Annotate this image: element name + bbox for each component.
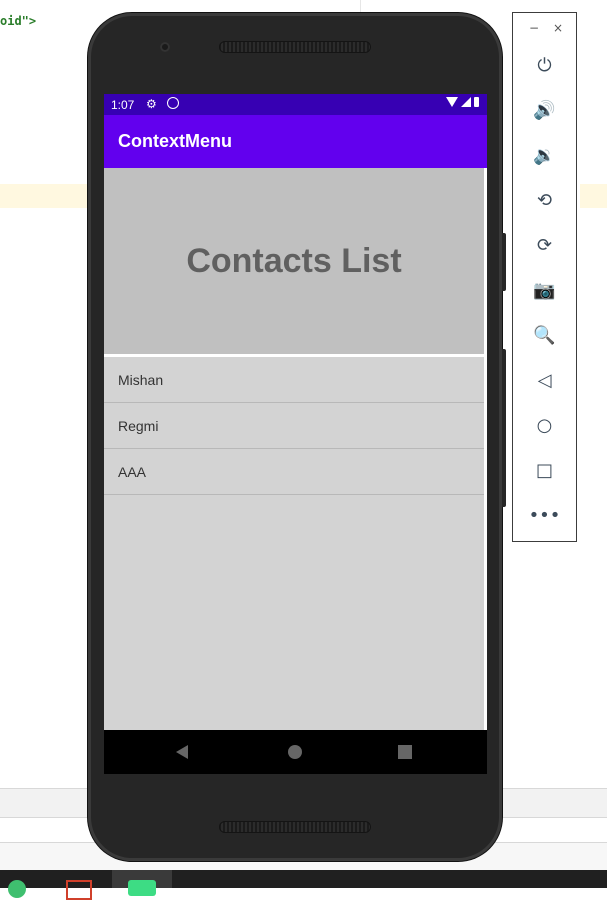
app-title: ContextMenu xyxy=(118,131,232,151)
contact-name: Mishan xyxy=(118,372,164,388)
contacts-list-title: Contacts List xyxy=(186,242,402,280)
minimize-button[interactable]: − xyxy=(529,21,539,35)
zoom-icon[interactable]: 🔍 xyxy=(513,321,576,349)
volume-up-icon[interactable]: 🔊 xyxy=(513,96,576,124)
volume-down-icon[interactable]: 🔉 xyxy=(513,141,576,169)
code-line: oid"> xyxy=(0,14,37,28)
more-icon[interactable]: ••• xyxy=(513,501,576,529)
close-button[interactable]: × xyxy=(553,21,563,35)
speaker-grille-top xyxy=(219,41,371,53)
front-camera-icon xyxy=(160,42,170,52)
rotate-right-icon[interactable]: ⟳ xyxy=(513,231,576,259)
home-icon[interactable]: ○ xyxy=(513,411,576,439)
android-nav-bar xyxy=(104,730,487,774)
editor-line-highlight-right xyxy=(580,184,607,208)
contact-list-item[interactable]: Mishan xyxy=(104,357,484,403)
status-time: 1:07 xyxy=(111,98,135,112)
rotate-left-icon[interactable]: ⟲ xyxy=(513,186,576,214)
power-icon[interactable]: ⏻ xyxy=(513,51,576,79)
wifi-icon xyxy=(446,97,458,107)
status-indicators xyxy=(446,97,479,107)
phone-screen: 1:07 ⚙ ContextMenu Contacts List Mishan … xyxy=(104,94,487,774)
nav-recents-icon[interactable] xyxy=(398,745,412,759)
battery-icon xyxy=(474,97,479,107)
nav-back-icon[interactable] xyxy=(176,745,188,759)
editor-line-highlight xyxy=(0,184,100,208)
contact-name: AAA xyxy=(118,464,147,480)
contact-name: Regmi xyxy=(118,418,159,434)
back-icon[interactable]: ◁ xyxy=(513,366,576,394)
settings-gear-icon: ⚙ xyxy=(146,97,157,111)
speaker-grille-bottom xyxy=(219,821,371,833)
taskbar-app-icon[interactable] xyxy=(66,880,92,900)
emulator-phone-frame: 1:07 ⚙ ContextMenu Contacts List Mishan … xyxy=(88,13,506,861)
signal-icon xyxy=(461,97,471,107)
emulator-toolbar: − × ⏻ 🔊 🔉 ⟲ ⟳ 📷 🔍 ◁ ○ □ ••• xyxy=(512,12,577,542)
contacts-list: Mishan Regmi AAA xyxy=(104,357,487,730)
app-toolbar: ContextMenu xyxy=(104,115,487,168)
android-status-bar: 1:07 ⚙ xyxy=(104,94,487,115)
power-side-button[interactable] xyxy=(502,233,506,291)
sync-icon xyxy=(167,97,179,109)
overview-icon[interactable]: □ xyxy=(513,456,576,484)
windows-taskbar xyxy=(0,870,607,900)
nav-home-icon[interactable] xyxy=(288,745,302,759)
contact-list-item[interactable]: AAA xyxy=(104,449,484,495)
volume-side-button[interactable] xyxy=(502,349,506,507)
emulator-window-controls: − × xyxy=(513,21,576,41)
contact-list-item[interactable]: Regmi xyxy=(104,403,484,449)
android-studio-taskbar-icon[interactable] xyxy=(128,880,156,896)
camera-icon[interactable]: 📷 xyxy=(513,276,576,304)
taskbar-app-icon[interactable] xyxy=(8,880,26,898)
